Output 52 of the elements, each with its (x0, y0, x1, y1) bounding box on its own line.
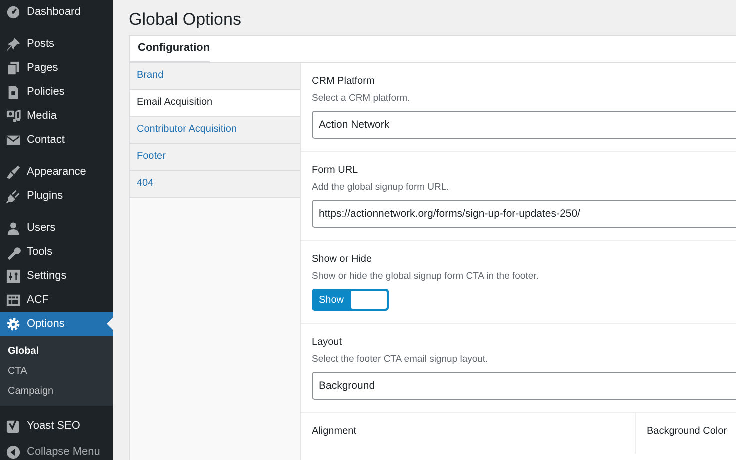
tab[interactable]: Brand (130, 63, 300, 90)
sidebar-item[interactable]: Media (0, 104, 113, 128)
pushpin-icon (6, 36, 21, 52)
field-label: Form URL (312, 164, 358, 177)
sidebar-item[interactable]: Dashboard (0, 0, 113, 24)
grid-icon (6, 292, 21, 308)
pages-icon (6, 60, 21, 76)
gauge-icon (6, 4, 21, 20)
sidebar-item[interactable]: Settings (0, 264, 113, 288)
toggle-switch[interactable]: Show (312, 289, 389, 311)
field-label: Background Color (647, 425, 728, 438)
tab[interactable]: Email Acquisition (130, 90, 300, 117)
sidebar-item[interactable]: ACF (0, 288, 113, 312)
sidebar-item[interactable]: Yoast SEO (0, 414, 113, 438)
sliders-icon (6, 268, 21, 284)
panel-title: Configuration (130, 36, 210, 62)
field-label: CRM Platform (312, 75, 375, 88)
field-label: Alignment (312, 425, 356, 438)
sidebar-item[interactable]: Users (0, 216, 113, 240)
sidebar-item[interactable]: Contact (0, 128, 113, 152)
media-icon (6, 108, 21, 124)
sidebar-item[interactable]: Posts (0, 32, 113, 56)
plug-icon (6, 188, 21, 204)
field-description: Select the footer CTA email signup layout. (312, 353, 488, 366)
field-label: Show or Hide (312, 253, 372, 266)
field-description: Select a CRM platform. (312, 92, 410, 105)
select-field[interactable]: Background (312, 372, 736, 400)
select-field[interactable]: Action Network (312, 111, 736, 139)
page-title: Global Options (129, 9, 242, 31)
sidebar-item[interactable]: Appearance (0, 160, 113, 184)
field-description: Add the global signup form URL. (312, 181, 450, 194)
collapse-menu-button[interactable]: Collapse Menu (0, 440, 113, 460)
submenu-item[interactable]: CTA (0, 361, 28, 381)
sidebar-item[interactable]: Tools (0, 240, 113, 264)
user-icon (6, 220, 21, 236)
wrench-icon (6, 244, 21, 260)
submenu-item[interactable]: Global (0, 341, 40, 361)
field-description: Show or hide the global signup form CTA in the footer. (312, 270, 539, 283)
logo-icon (6, 418, 21, 434)
document-icon (6, 84, 21, 100)
field-label: Layout (312, 336, 342, 349)
sidebar-item[interactable]: Options (0, 312, 113, 336)
tab[interactable]: Contributor Acquisition (130, 117, 300, 144)
sidebar-item[interactable]: Pages (0, 56, 113, 80)
submenu-item[interactable]: Campaign (0, 381, 54, 401)
input-field[interactable]: https://actionnetwork.org/forms/sign-up-for-updates-250/ (312, 200, 736, 228)
sidebar-item[interactable]: Plugins (0, 184, 113, 208)
tab[interactable]: Footer (130, 144, 300, 171)
sidebar-item[interactable]: Policies (0, 80, 113, 104)
gear-icon (6, 316, 21, 332)
tab[interactable]: 404 (130, 171, 300, 198)
paintbrush-icon (6, 164, 21, 180)
